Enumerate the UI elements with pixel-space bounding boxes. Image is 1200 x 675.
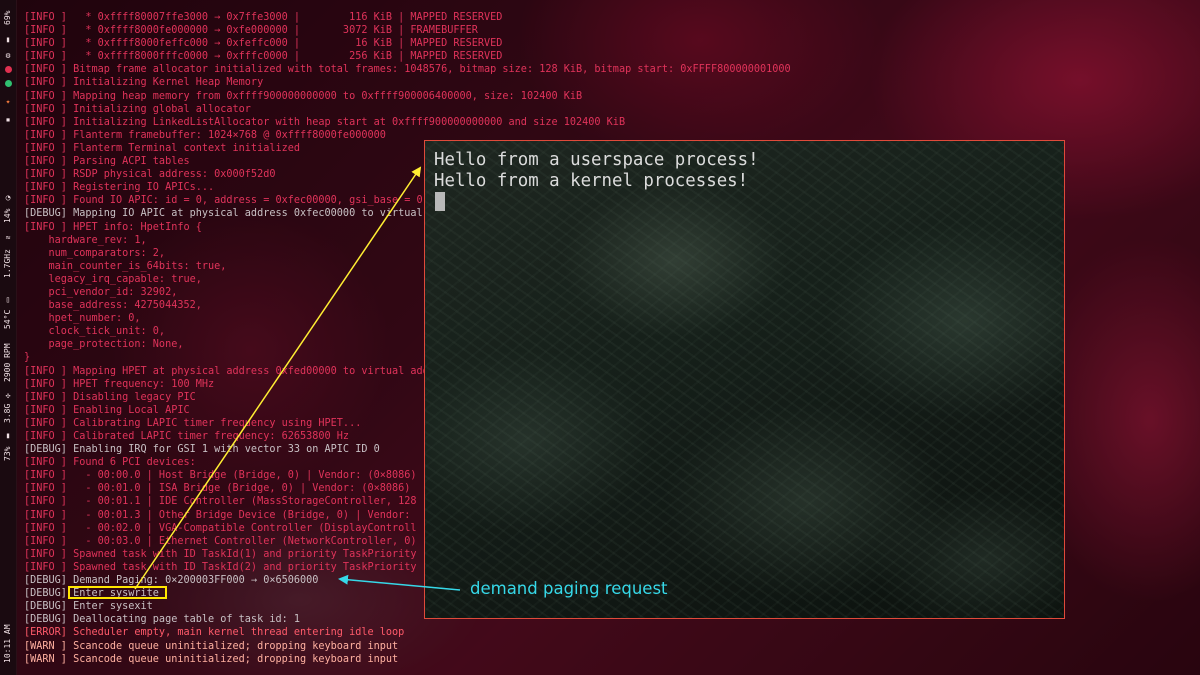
cyan-arrow	[338, 574, 461, 591]
yellow-arrow	[134, 166, 422, 590]
annotation-arrows	[134, 166, 461, 591]
annotation-label: demand paging request	[470, 579, 668, 598]
